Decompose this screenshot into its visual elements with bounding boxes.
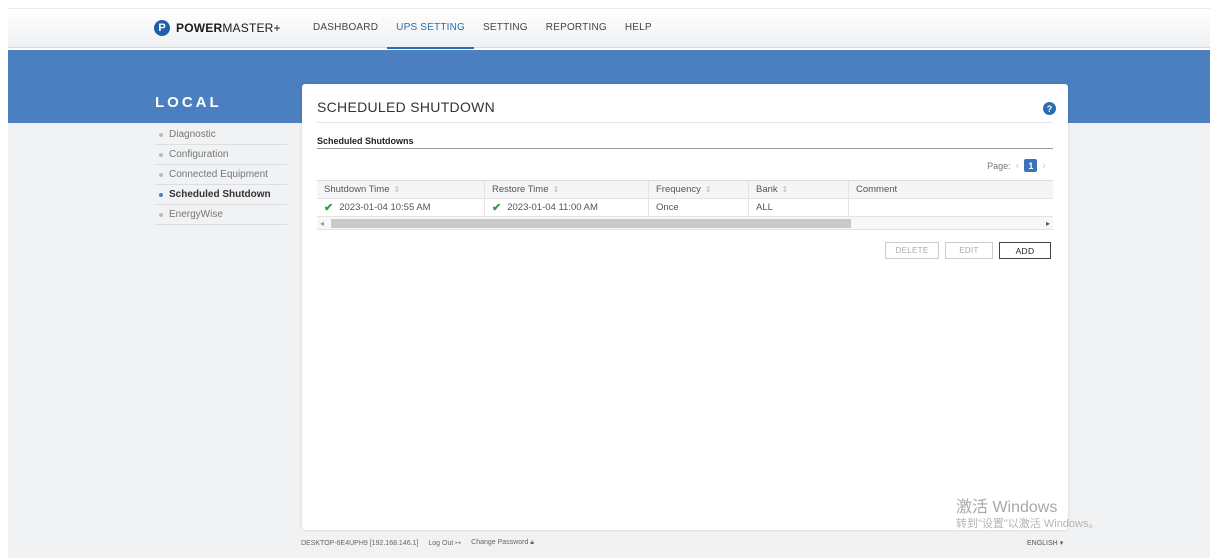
bullet-icon <box>159 192 163 197</box>
column-header-frequency[interactable]: Frequency ⇕ <box>649 181 749 198</box>
sidebar: Diagnostic Configuration Connected Equip… <box>155 125 287 225</box>
scroll-left-icon[interactable]: ◂ <box>320 217 324 230</box>
cell-text: 2023-01-04 11:00 AM <box>507 202 598 213</box>
cell-comment <box>849 199 1053 216</box>
check-icon: ✔ <box>324 202 334 214</box>
windows-activation-hint: 转到"设置"以激活 Windows。 <box>956 518 1100 530</box>
column-header-label: Restore Time <box>492 184 549 195</box>
nav-reporting[interactable]: REPORTING <box>537 9 616 49</box>
scrollbar-thumb[interactable] <box>331 219 851 228</box>
chevron-left-icon[interactable]: ‹ <box>1016 160 1020 172</box>
language-label: ENGLISH <box>1027 540 1058 547</box>
sidebar-item-diagnostic[interactable]: Diagnostic <box>155 125 287 145</box>
table-header-row: Shutdown Time ⇕ Restore Time ⇕ Frequency ⇕ … <box>317 181 1053 199</box>
bullet-icon <box>159 212 163 217</box>
column-header-comment[interactable]: Comment <box>849 181 1053 198</box>
column-header-label: Shutdown Time <box>324 184 390 195</box>
sidebar-heading: LOCAL <box>155 94 222 111</box>
sort-icon: ⇕ <box>393 185 401 194</box>
logout-icon: ↦ <box>455 540 462 547</box>
nav-setting[interactable]: SETTING <box>474 9 537 49</box>
help-icon[interactable]: ? <box>1043 102 1056 115</box>
change-password-label: Change Password <box>471 539 529 546</box>
pagination: Page: ‹ 1 › <box>987 159 1046 172</box>
page-title: SCHEDULED SHUTDOWN <box>317 99 496 115</box>
footer: DESKTOP-6E4UPH9 [192.168.146.1] Log Out … <box>301 539 534 547</box>
powermaster-logo[interactable]: P POWERMASTER+ <box>154 20 281 36</box>
cell-text: 2023-01-04 10:55 AM <box>339 202 431 213</box>
shutdown-table: Shutdown Time ⇕ Restore Time ⇕ Frequency ⇕ … <box>317 180 1053 230</box>
nav-ups-setting[interactable]: UPS SETTING <box>387 9 475 49</box>
scroll-right-icon[interactable]: ▸ <box>1046 217 1050 230</box>
title-divider <box>317 122 1053 123</box>
nav-help[interactable]: HELP <box>616 9 661 49</box>
logout-link[interactable]: Log Out ↦ <box>428 539 461 547</box>
chevron-down-icon: ▾ <box>1059 540 1064 547</box>
logout-label: Log Out <box>428 540 454 547</box>
host-info: DESKTOP-6E4UPH9 [192.168.146.1] <box>301 539 419 547</box>
sidebar-item-label: EnergyWise <box>169 209 223 220</box>
brand-name: POWERMASTER+ <box>176 21 281 35</box>
sidebar-item-configuration[interactable]: Configuration <box>155 145 287 165</box>
column-header-label: Comment <box>856 184 898 195</box>
bullet-icon <box>159 132 163 137</box>
sidebar-item-scheduled-shutdown[interactable]: Scheduled Shutdown <box>155 185 287 205</box>
scheduled-shutdown-panel: SCHEDULED SHUTDOWN ? Scheduled Shutdowns… <box>302 84 1068 530</box>
column-header-label: Bank <box>756 184 778 195</box>
section-divider <box>317 148 1053 149</box>
section-title: Scheduled Shutdowns <box>317 136 414 146</box>
top-navigation-bar: P POWERMASTER+ DASHBOARD UPS SETTING SET… <box>8 8 1210 49</box>
horizontal-scrollbar[interactable]: ◂ ▸ <box>317 217 1053 230</box>
add-button[interactable]: ADD <box>999 242 1051 259</box>
powermaster-logo-icon: P <box>154 20 170 36</box>
column-header-bank[interactable]: Bank ⇕ <box>749 181 849 198</box>
cell-restore-time: ✔ 2023-01-04 11:00 AM <box>485 199 649 216</box>
column-header-restore-time[interactable]: Restore Time ⇕ <box>485 181 649 198</box>
sort-icon: ⇕ <box>704 185 712 194</box>
sidebar-item-label: Connected Equipment <box>169 169 268 180</box>
sort-icon: ⇕ <box>781 185 789 194</box>
check-icon: ✔ <box>492 202 502 214</box>
table-row[interactable]: ✔ 2023-01-04 10:55 AM ✔ 2023-01-04 11:00 A… <box>317 199 1053 217</box>
column-header-label: Frequency <box>656 184 701 195</box>
cell-bank: ALL <box>749 199 849 216</box>
bullet-icon <box>159 172 163 177</box>
page-label: Page: <box>987 160 1011 171</box>
edit-button[interactable]: EDIT <box>945 242 993 259</box>
language-selector[interactable]: ENGLISH ▾ <box>1027 539 1063 547</box>
column-header-shutdown-time[interactable]: Shutdown Time ⇕ <box>317 181 485 198</box>
change-password-link[interactable]: Change Password 🔒︎ <box>471 539 534 547</box>
cell-shutdown-time: ✔ 2023-01-04 10:55 AM <box>317 199 485 216</box>
windows-activation-watermark: 激活 Windows <box>956 499 1058 516</box>
delete-button[interactable]: DELETE <box>885 242 939 259</box>
sort-icon: ⇕ <box>552 185 560 194</box>
sidebar-item-connected-equipment[interactable]: Connected Equipment <box>155 165 287 185</box>
action-buttons: DELETE EDIT ADD <box>885 242 1051 259</box>
nav-dashboard[interactable]: DASHBOARD <box>304 9 387 49</box>
sidebar-item-label: Scheduled Shutdown <box>169 189 271 200</box>
bullet-icon <box>159 152 163 157</box>
page-number-current[interactable]: 1 <box>1024 159 1038 172</box>
sidebar-item-label: Configuration <box>169 149 229 160</box>
main-nav: DASHBOARD UPS SETTING SETTING REPORTING … <box>304 9 661 49</box>
sidebar-item-label: Diagnostic <box>169 129 216 140</box>
sidebar-item-energywise[interactable]: EnergyWise <box>155 205 287 225</box>
cell-frequency: Once <box>649 199 749 216</box>
chevron-right-icon[interactable]: › <box>1042 160 1046 172</box>
lock-icon: 🔒︎ <box>530 539 535 546</box>
